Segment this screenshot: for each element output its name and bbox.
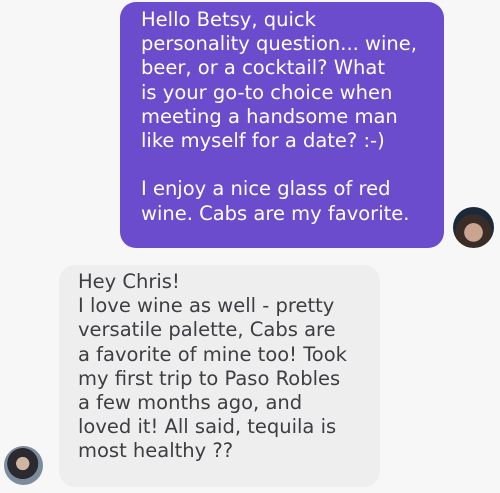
incoming-message-bubble: Hey Chris! I love wine as well - pretty …: [59, 265, 380, 487]
outgoing-message-bubble: Hello Betsy, quick personality question.…: [120, 2, 444, 248]
sender-avatar-icon[interactable]: [453, 207, 494, 248]
recipient-avatar-icon[interactable]: [4, 446, 43, 485]
chat-thread: Hello Betsy, quick personality question.…: [0, 0, 500, 493]
